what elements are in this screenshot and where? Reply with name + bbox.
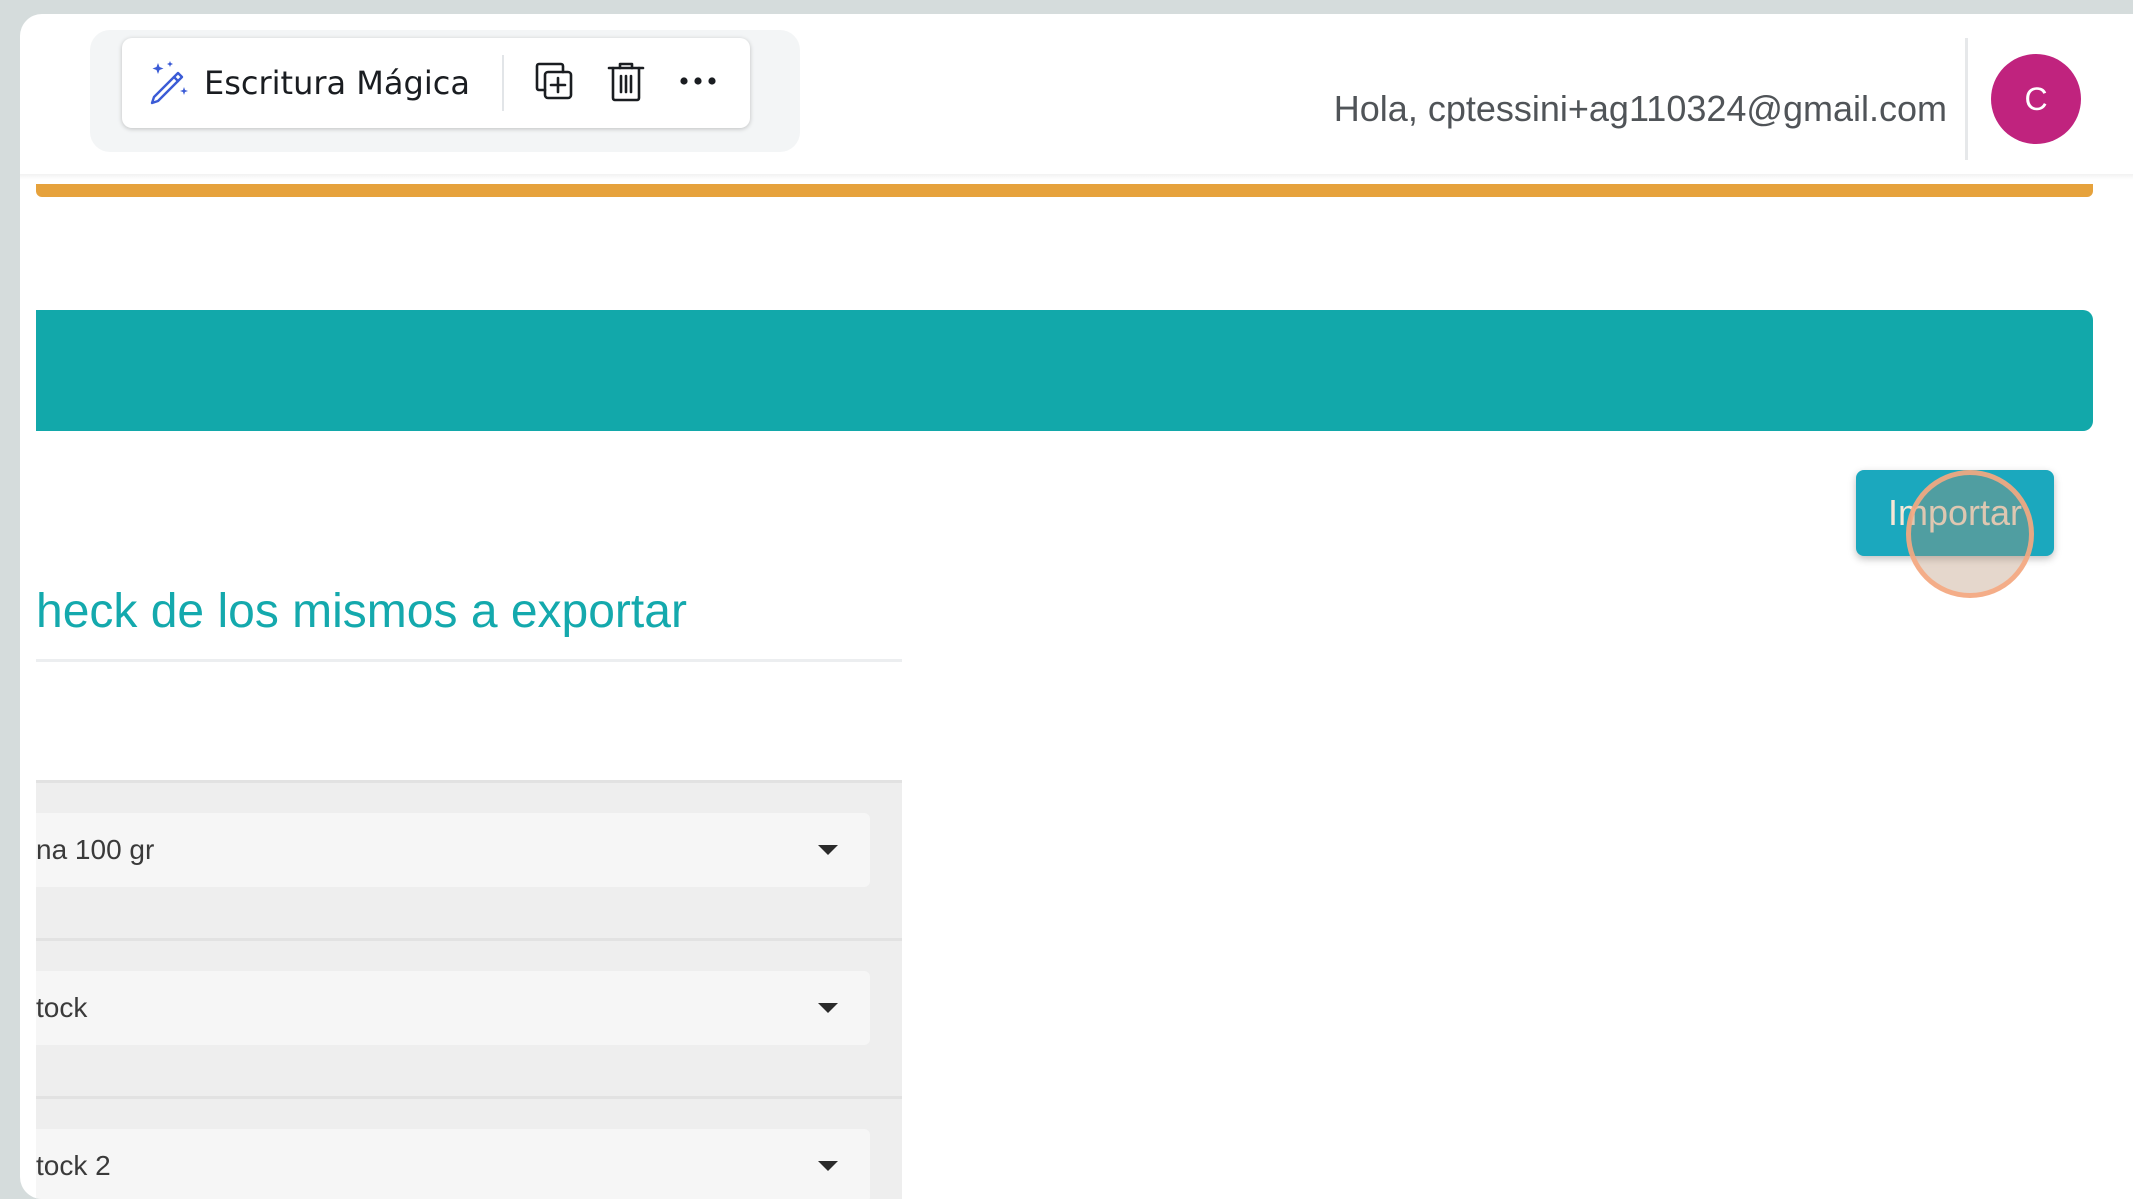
section-title: heck de los mismos a exportar	[36, 585, 687, 638]
header-shadow	[20, 174, 2133, 180]
delete-button[interactable]	[590, 47, 662, 119]
field-select-value: tock 2	[36, 1150, 111, 1181]
duplicate-icon	[531, 58, 577, 109]
floating-toolbar: Escritura Mágica	[122, 38, 750, 128]
field-select-value: na 100 gr	[36, 834, 155, 865]
user-greeting: Hola, cptessini+ag110324@gmail.com	[1333, 88, 1947, 129]
orange-accent-bar	[36, 184, 2093, 197]
more-options-button[interactable]	[662, 47, 734, 119]
caret-down-icon	[818, 845, 838, 855]
import-button[interactable]: Importar	[1856, 470, 2054, 556]
trash-icon	[603, 58, 649, 109]
app-window: Escritura Mágica Hola, cptessini+ag11032…	[20, 14, 2133, 1199]
avatar[interactable]: C	[1991, 54, 2081, 144]
field-row: tock 2	[36, 1096, 902, 1199]
caret-down-icon	[818, 1003, 838, 1013]
toolbar-divider	[501, 55, 504, 111]
field-select[interactable]: tock 2	[36, 1129, 870, 1199]
caret-down-icon	[818, 1161, 838, 1171]
field-select[interactable]: tock	[36, 971, 870, 1045]
field-row: tock	[36, 938, 902, 1099]
more-horizontal-icon	[675, 58, 721, 109]
duplicate-button[interactable]	[518, 47, 590, 119]
field-select-value: tock	[36, 992, 88, 1023]
magic-pen-icon	[144, 57, 192, 110]
field-row: na 100 gr	[36, 780, 902, 941]
teal-banner	[36, 310, 2093, 431]
field-select[interactable]: na 100 gr	[36, 813, 870, 887]
title-divider	[36, 659, 902, 662]
magic-write-button[interactable]: Escritura Mágica	[122, 38, 494, 128]
magic-write-label: Escritura Mágica	[204, 64, 470, 102]
header-divider	[1965, 38, 1968, 160]
